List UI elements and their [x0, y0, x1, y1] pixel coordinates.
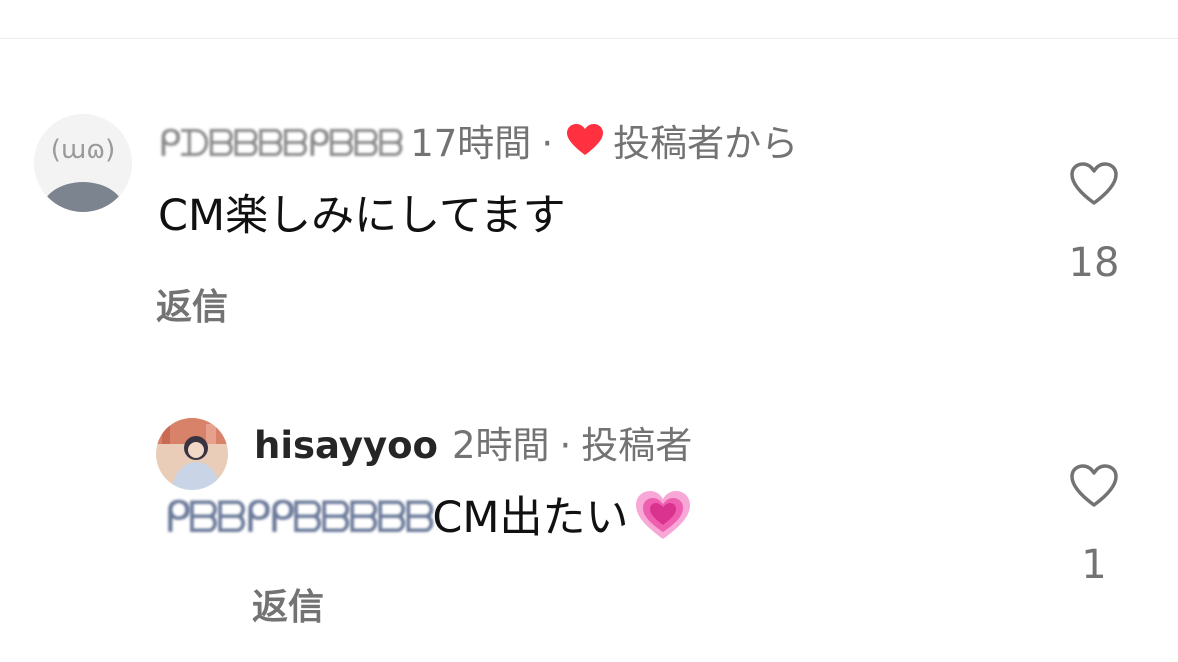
comment-text: CM楽しみにしてます: [158, 191, 566, 241]
avatar[interactable]: [156, 418, 228, 490]
like-heart-icon[interactable]: [1070, 464, 1118, 508]
like-count: 18: [1068, 240, 1120, 286]
reply-button[interactable]: 返信: [156, 278, 228, 330]
reply-button[interactable]: 返信: [252, 578, 324, 630]
like-block: 18: [1064, 162, 1124, 286]
like-block: 1: [1064, 464, 1124, 588]
author-liked-label: 投稿者から: [613, 122, 799, 165]
heart-icon: [567, 122, 604, 166]
comment: (ɯɷ) ᑭᗪᗷᗷᗷᗷᑭᗷᗷᗷ 17時間 · 投稿者から CM楽しみにしてます …: [0, 0, 1178, 340]
growing-heart-icon: [635, 490, 691, 552]
like-count: 1: [1081, 542, 1107, 588]
timestamp: 17時間: [410, 122, 532, 165]
comment-meta: hisayyoo 2時間 · 投稿者: [254, 424, 692, 468]
author-label: 投稿者: [581, 424, 693, 467]
reply-comment: hisayyoo 2時間 · 投稿者 ᑭᗷᗷᑭᑭᗷᗷᗷᗷᗷCM出たい 返信 1: [0, 340, 1178, 662]
separator: ·: [541, 122, 554, 165]
svg-text:(ɯɷ): (ɯɷ): [51, 135, 116, 165]
comment-text: ᑭᗷᗷᑭᑭᗷᗷᗷᗷᗷCM出たい: [164, 490, 691, 552]
username[interactable]: hisayyoo: [254, 424, 438, 468]
mention-link[interactable]: ᑭᗷᗷᑭᑭᗷᗷᗷᗷᗷ: [164, 493, 435, 543]
comment-meta: ᑭᗪᗷᗷᗷᗷᑭᗷᗷᗷ 17時間 · 投稿者から: [158, 122, 798, 166]
username[interactable]: ᑭᗪᗷᗷᗷᗷᑭᗷᗷᗷ: [158, 122, 404, 166]
separator: ·: [559, 424, 572, 467]
timestamp: 2時間: [451, 424, 550, 467]
avatar[interactable]: (ɯɷ): [34, 114, 132, 212]
comment-body: CM出たい: [432, 493, 629, 543]
like-heart-icon[interactable]: [1070, 162, 1118, 206]
